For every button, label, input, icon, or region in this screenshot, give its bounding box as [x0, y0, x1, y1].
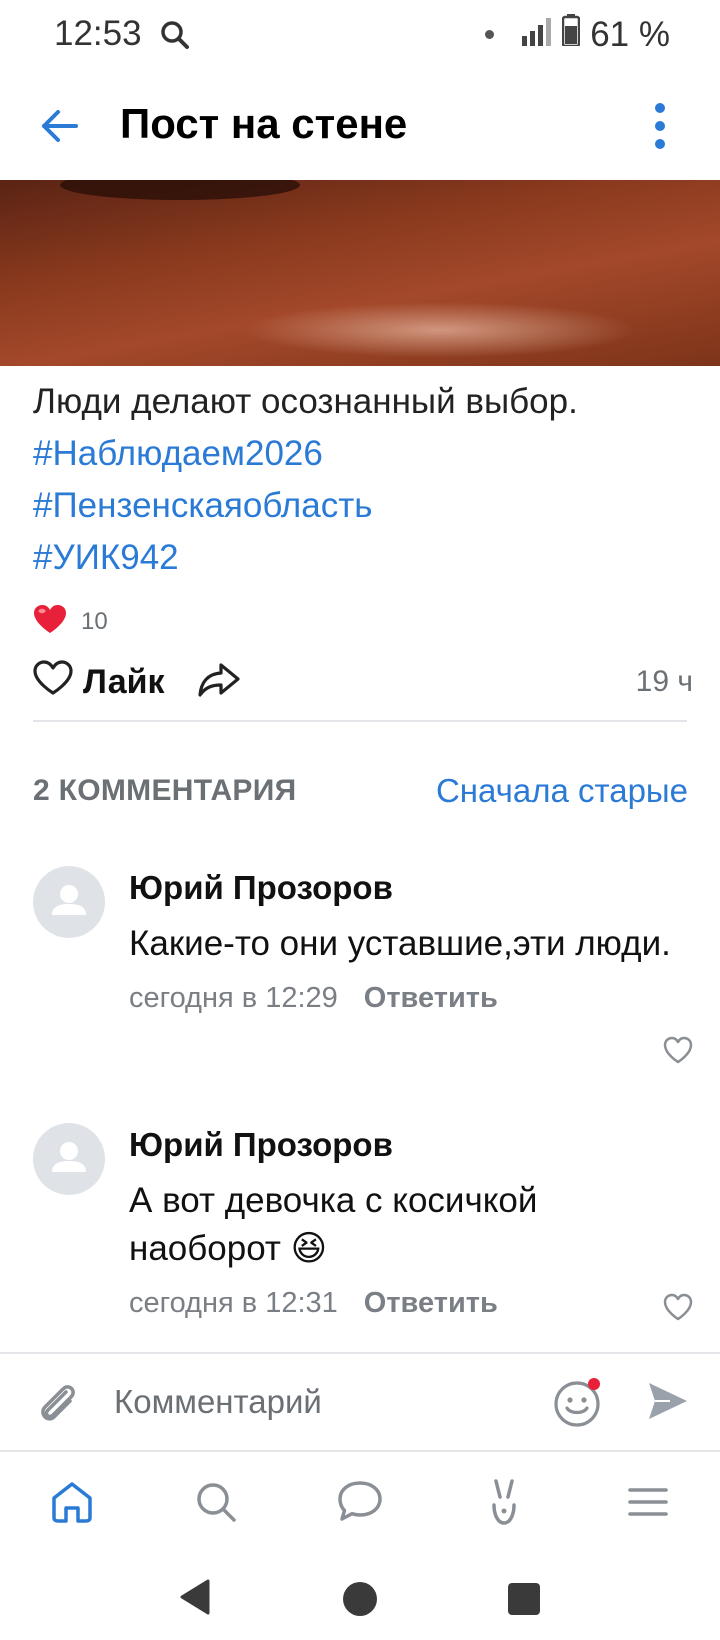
avatar[interactable] [33, 1123, 105, 1195]
avatar[interactable] [33, 866, 105, 938]
like-button[interactable]: Лайк [33, 659, 165, 705]
more-vertical-icon[interactable] [642, 98, 678, 154]
heart-outline-icon [33, 659, 73, 705]
post-text: Люди делают осознанный выбор. #Наблюдаем… [33, 376, 693, 584]
send-icon[interactable] [646, 1380, 690, 1427]
comment-composer [0, 1354, 720, 1450]
search-icon[interactable] [188, 1474, 244, 1530]
messages-icon[interactable] [332, 1474, 388, 1530]
app-header: Пост на стене [0, 76, 720, 180]
hashtag-link[interactable]: #Пензенскаяобласть [33, 480, 693, 532]
clips-icon[interactable] [476, 1474, 532, 1530]
reactions-count: 10 [81, 607, 108, 635]
sort-order-button[interactable]: Сначала старые [436, 772, 688, 810]
menu-icon[interactable] [620, 1474, 676, 1530]
back-triangle-icon[interactable] [178, 1578, 212, 1621]
comment-like-icon[interactable] [663, 1293, 693, 1326]
post-photo[interactable] [0, 180, 720, 366]
divider [33, 720, 687, 722]
like-label: Лайк [83, 662, 165, 701]
comment-text: А вот девочка с косичкой наоборот 😆 [129, 1181, 538, 1268]
search-icon [160, 20, 190, 55]
page-title: Пост на стене [120, 100, 408, 147]
system-navigation [0, 1552, 720, 1640]
post-actions: Лайк 19 ч [33, 656, 693, 708]
status-indicators: 61 % [485, 14, 670, 55]
emoji-icon[interactable] [552, 1376, 604, 1433]
comments-header: 2 КОММЕНТАРИЯ Сначала старые [33, 772, 688, 810]
signal-icon [522, 15, 552, 55]
reply-button[interactable]: Ответить [364, 982, 498, 1015]
reactions-summary[interactable]: 10 [33, 604, 108, 639]
comment-author[interactable]: Юрий Прозоров [129, 1123, 689, 1167]
comment-time: сегодня в 12:29 [129, 982, 338, 1014]
home-icon[interactable] [44, 1474, 100, 1530]
battery-icon [561, 14, 581, 55]
comment-time: сегодня в 12:31 [129, 1287, 338, 1319]
bottom-tabbar [0, 1452, 720, 1552]
post-body: Люди делают осознанный выбор. [33, 382, 578, 421]
comment-author[interactable]: Юрий Прозоров [129, 866, 689, 910]
hashtag-link[interactable]: #УИК942 [33, 532, 693, 584]
share-icon[interactable] [197, 662, 241, 703]
photo-detail [60, 180, 300, 200]
paperclip-icon[interactable] [34, 1378, 80, 1433]
comments-count: 2 КОММЕНТАРИЯ [33, 774, 297, 807]
heart-filled-icon [33, 604, 67, 639]
status-time: 12:53 [54, 14, 142, 53]
reply-button[interactable]: Ответить [364, 1287, 498, 1320]
post-time: 19 ч [635, 665, 693, 698]
recents-square-icon[interactable] [508, 1583, 540, 1615]
notification-dot-icon [485, 30, 495, 39]
status-bar: 12:53 61 % [0, 0, 720, 76]
home-circle-icon[interactable] [343, 1582, 377, 1616]
comment-like-icon[interactable] [663, 1036, 693, 1069]
battery-percent: 61 % [590, 14, 670, 54]
comment-text: Какие-то они уставшие,эти люди. [129, 924, 671, 963]
arrow-back-icon[interactable] [36, 102, 84, 150]
hashtag-link[interactable]: #Наблюдаем2026 [33, 428, 693, 480]
comment-input[interactable] [114, 1376, 514, 1428]
